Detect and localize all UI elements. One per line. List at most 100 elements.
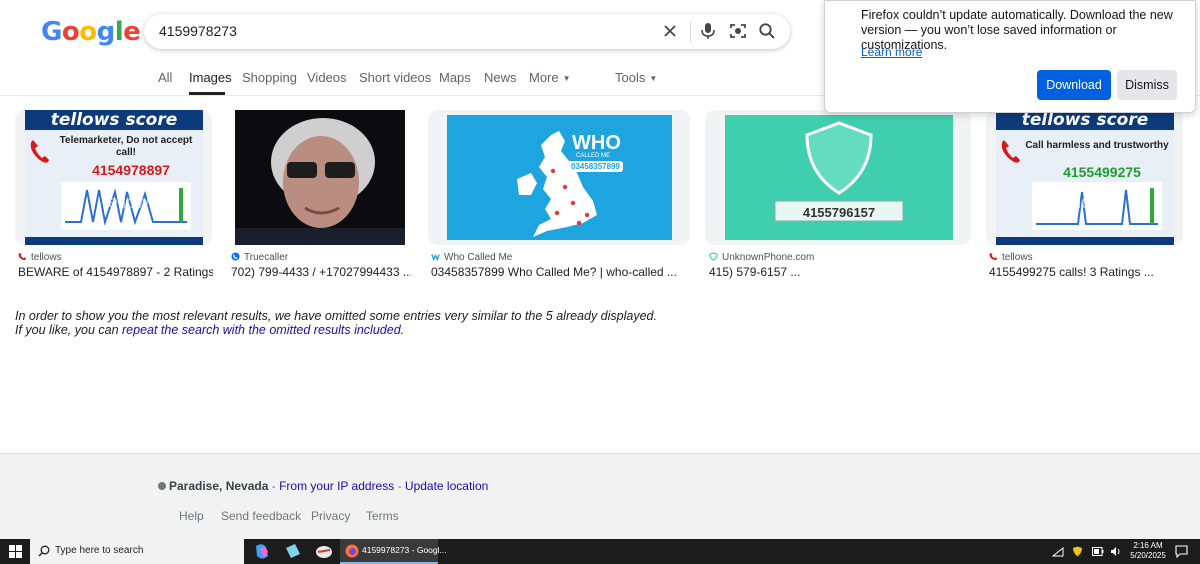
windows-start-icon[interactable] [9,545,22,558]
download-button[interactable]: Download [1037,70,1111,100]
page-footer: Paradise, Nevada - From your IP address … [0,453,1200,539]
app-icon[interactable] [314,542,334,561]
logo-letter: e [123,17,141,47]
result-source-4[interactable]: UnknownPhone.com [709,252,814,263]
tab-all[interactable]: All [158,70,172,85]
location-line: Paradise, Nevada - From your IP address … [158,479,488,493]
network-icon[interactable] [1052,547,1064,557]
footer-feedback-link[interactable]: Send feedback [221,509,301,523]
tab-more[interactable]: More ▼ [529,70,571,85]
tab-short-videos[interactable]: Short videos [359,70,431,85]
tellows-rating-text: Telemarketer, Do not accept call! [59,135,193,158]
logo-letter: g [96,17,116,47]
google-logo[interactable]: Google [41,17,141,47]
result-title-2[interactable]: 702) 799-4433 / +17027994433 ... [231,265,411,279]
tellows-banner: tellows score [996,110,1174,130]
search-icon [38,545,50,557]
result-source-label: tellows [31,252,62,263]
footer-privacy-link[interactable]: Privacy [311,509,350,523]
tab-images[interactable]: Images [189,70,232,85]
firefox-window-title: 4159978273 - Googl... [362,545,447,555]
result-source-label: Who Called Me [444,252,513,263]
dismiss-button[interactable]: Dismiss [1117,70,1177,100]
firefox-update-popup: Firefox couldn’t update automatically. D… [824,0,1196,113]
footer-terms-link[interactable]: Terms [366,509,399,523]
result-thumbnail-4[interactable]: 4155796157 [705,110,971,245]
location-separator: - [394,479,405,493]
tellows-favicon-icon [18,252,27,261]
location-separator: - [268,479,280,493]
result-source-5[interactable]: tellows [989,252,1033,263]
truecaller-favicon-icon [231,252,240,261]
tellows-card: tellows score Call harmless and trustwor… [996,110,1174,245]
search-box[interactable]: 4159978273 [144,14,790,49]
notifications-icon[interactable] [1175,545,1188,558]
app-icon[interactable] [283,542,303,561]
who-called-me-favicon-icon [431,253,440,261]
tellows-number: 4155499275 [1063,164,1141,180]
firefox-icon [345,544,359,558]
search-divider [690,22,691,42]
phone-icon [1001,140,1020,163]
clock-time: 2:16 AM [1133,541,1163,550]
shield-favicon-icon [709,252,718,261]
result-source-label: Truecaller [244,252,289,263]
search-input[interactable]: 4159978273 [159,23,237,39]
tab-tools[interactable]: Tools ▼ [615,70,657,85]
copilot-icon[interactable] [252,542,272,561]
result-thumbnail-5[interactable]: tellows score Call harmless and trustwor… [986,110,1183,245]
result-title-5[interactable]: 4155499275 calls! 3 Ratings ... [989,265,1184,279]
result-source-1[interactable]: tellows [18,252,62,263]
logo-letter: o [79,17,97,47]
tab-videos[interactable]: Videos [307,70,347,85]
tellows-number: 4154978897 [92,162,170,178]
ip-address-link[interactable]: From your IP address [279,479,394,493]
tellows-watermark: tellows [103,192,159,212]
notice-prefix: If you like, you can [15,323,123,337]
tab-shopping[interactable]: Shopping [242,70,297,85]
result-title-4[interactable]: 415) 579-6157 ... [709,265,971,279]
search-icon[interactable] [757,21,777,41]
location-dot-icon [158,482,166,490]
result-source-3[interactable]: Who Called Me [431,252,512,263]
result-thumbnail-3[interactable]: WHO CALLED ME 03458357899 [428,110,690,245]
repeat-search-link[interactable]: repeat the search with the omitted resul… [122,323,401,337]
notice-suffix: . [400,323,405,337]
tab-tools-label: Tools [615,70,646,85]
page: Google 4159978273 All Images Shopping Vi… [0,0,1200,564]
result-source-2[interactable]: Truecaller [231,252,288,263]
battery-icon[interactable] [1092,547,1104,556]
notice-line-1: In order to show you the most relevant r… [15,309,657,323]
wcm-logo-text: WHO [572,132,621,154]
clear-icon[interactable] [660,21,680,41]
tellows-card: tellows score Telemarketer, Do not accep… [25,110,203,245]
logo-letter: l [114,17,124,47]
taskbar-clock[interactable]: 2:16 AM 5/20/2025 [1128,541,1168,561]
wcm-logo-subtext: CALLED ME [576,153,611,159]
taskbar-firefox-window[interactable]: 4159978273 - Googl... [340,539,447,564]
update-location-link[interactable]: Update location [405,479,488,493]
phone-icon [30,140,49,163]
taskbar-search-placeholder: Type here to search [55,545,144,556]
clock-date: 5/20/2025 [1130,551,1166,560]
voice-search-icon[interactable] [698,21,718,41]
learn-more-link[interactable]: Learn more [861,45,922,59]
notice-line-2: If you like, you can repeat the search w… [15,323,657,337]
lens-search-icon[interactable] [728,21,748,41]
result-thumbnail-2[interactable] [225,110,415,245]
logo-letter: o [61,17,80,47]
security-icon[interactable] [1072,546,1083,557]
tab-maps[interactable]: Maps [439,70,471,85]
footer-help-link[interactable]: Help [179,509,204,523]
omitted-results-notice: In order to show you the most relevant r… [15,309,657,337]
taskbar-search-box[interactable]: Type here to search [30,539,244,564]
result-thumbnail-1[interactable]: tellows score Telemarketer, Do not accep… [15,110,212,245]
result-title-3[interactable]: 03458357899 Who Called Me? | who-called … [431,265,689,279]
tab-news[interactable]: News [484,70,517,85]
shield-graphic [725,115,953,240]
wcm-number-tag: 03458357899 [568,161,623,172]
caret-down-icon: ▼ [562,74,571,84]
volume-icon[interactable] [1110,546,1122,557]
tellows-footer-bar [996,237,1174,245]
result-title-1[interactable]: BEWARE of 4154978897 - 2 Ratings [18,265,213,279]
